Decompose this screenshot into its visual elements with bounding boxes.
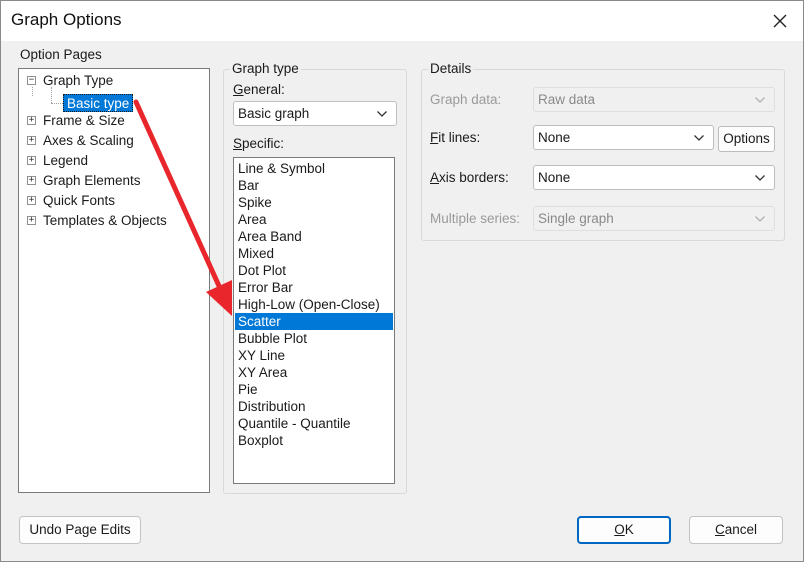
chevron-down-icon	[755, 97, 765, 103]
tree-item-basic-type[interactable]: Basic type	[63, 94, 134, 112]
option-pages-label: Option Pages	[20, 47, 102, 62]
specific-list-item[interactable]: XY Line	[235, 347, 393, 364]
specific-list-item[interactable]: Dot Plot	[235, 262, 393, 279]
specific-list-item[interactable]: Distribution	[235, 398, 393, 415]
graph-options-dialog: Graph Options Option Pages − Graph Type …	[0, 0, 804, 562]
tree-item-label: Graph Elements	[43, 173, 141, 188]
graph-data-label: Graph data:	[430, 92, 502, 107]
collapse-icon[interactable]: −	[27, 76, 36, 85]
specific-list-item[interactable]: XY Area	[235, 364, 393, 381]
close-icon	[773, 14, 787, 28]
tree-item-label: Frame & Size	[43, 113, 125, 128]
specific-list-item[interactable]: Boxplot	[235, 432, 393, 449]
specific-list-item[interactable]: Bubble Plot	[235, 330, 393, 347]
specific-list-item[interactable]: Area Band	[235, 228, 393, 245]
specific-list-item[interactable]: Quantile - Quantile	[235, 415, 393, 432]
specific-list-item[interactable]: Pie	[235, 381, 393, 398]
details-group-label: Details	[428, 61, 474, 76]
fit-lines-label: Fit lines:	[430, 130, 481, 145]
tree-item-label: Axes & Scaling	[43, 133, 134, 148]
general-select[interactable]: Basic graph	[233, 101, 397, 126]
tree-item-label: Quick Fonts	[43, 193, 116, 208]
expand-icon[interactable]: +	[27, 196, 36, 205]
tree-connector	[32, 87, 33, 96]
expand-icon[interactable]: +	[27, 156, 36, 165]
tree-item-label: Legend	[43, 153, 89, 168]
specific-label: Specific:	[233, 136, 285, 151]
axis-borders-select[interactable]: None	[533, 165, 775, 190]
chevron-down-icon	[377, 111, 387, 117]
specific-list-item[interactable]: Line & Symbol	[235, 160, 393, 177]
tree-item-label: Graph Type	[43, 73, 114, 88]
specific-graph-list[interactable]: Line & Symbol Bar Spike Area Area Band Mixed D…	[233, 157, 395, 484]
general-label: General:	[233, 82, 285, 97]
chevron-down-icon	[755, 216, 765, 222]
cancel-button[interactable]: Cancel	[689, 516, 783, 544]
axis-borders-value: None	[538, 170, 571, 185]
general-select-value: Basic graph	[238, 106, 310, 121]
expand-icon[interactable]: +	[27, 116, 36, 125]
specific-list-item[interactable]: Mixed	[235, 245, 393, 262]
tree-item-label: Templates & Objects	[43, 213, 167, 228]
close-button[interactable]	[757, 1, 803, 41]
specific-list-item[interactable]: High-Low (Open-Close)	[235, 296, 393, 313]
specific-list-item[interactable]: Scatter	[235, 313, 393, 330]
multiple-series-select: Single graph	[533, 206, 775, 231]
option-pages-tree[interactable]: − Graph Type Basic type + Frame & Size +…	[18, 68, 210, 493]
title-bar: Graph Options	[1, 1, 803, 41]
expand-icon[interactable]: +	[27, 176, 36, 185]
specific-list-item[interactable]: Area	[235, 211, 393, 228]
graph-data-value: Raw data	[538, 92, 596, 107]
fit-lines-select[interactable]: None	[533, 125, 714, 150]
chevron-down-icon	[755, 175, 765, 181]
dialog-title: Graph Options	[11, 10, 122, 29]
expand-icon[interactable]: +	[27, 216, 36, 225]
specific-list-item[interactable]: Bar	[235, 177, 393, 194]
graph-type-group-label: Graph type	[230, 61, 301, 76]
tree-connector	[51, 103, 63, 104]
expand-icon[interactable]: +	[27, 136, 36, 145]
undo-page-edits-button[interactable]: Undo Page Edits	[19, 516, 141, 544]
axis-borders-label: Axis borders:	[430, 170, 509, 185]
options-button[interactable]: Options	[718, 126, 775, 152]
specific-list-item[interactable]: Spike	[235, 194, 393, 211]
graph-data-select: Raw data	[533, 87, 775, 112]
multiple-series-value: Single graph	[538, 211, 614, 226]
specific-list-item[interactable]: Error Bar	[235, 279, 393, 296]
fit-lines-value: None	[538, 130, 571, 145]
chevron-down-icon	[694, 135, 704, 141]
multiple-series-label: Multiple series:	[430, 211, 521, 226]
ok-button[interactable]: OK	[577, 516, 671, 544]
